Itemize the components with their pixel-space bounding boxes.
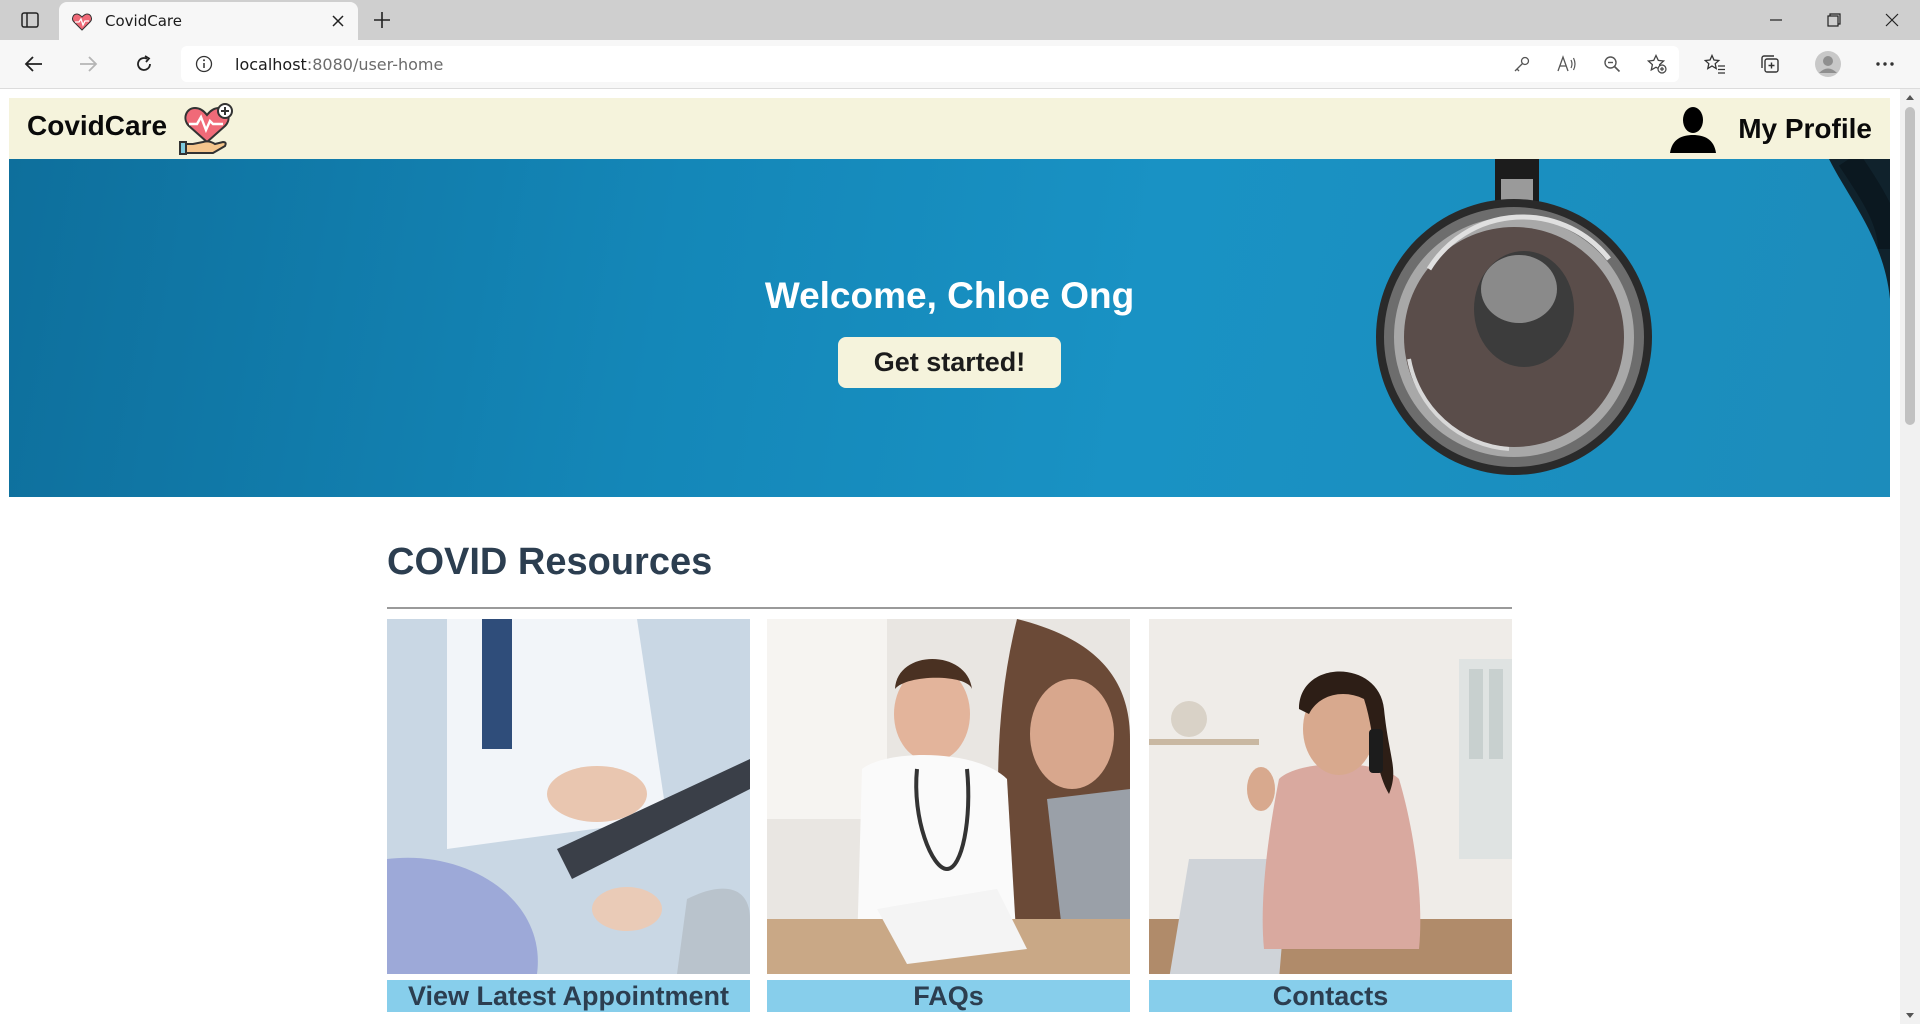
close-window-icon[interactable] <box>1864 0 1920 40</box>
minimize-icon[interactable] <box>1748 0 1804 40</box>
stethoscope-image <box>1376 159 1890 475</box>
more-options-icon[interactable] <box>1869 48 1901 80</box>
password-key-icon[interactable] <box>1511 53 1533 75</box>
read-aloud-icon[interactable] <box>1556 53 1578 75</box>
section-divider <box>387 607 1512 609</box>
brand-name[interactable]: CovidCare <box>27 110 167 142</box>
forward-icon[interactable] <box>72 48 104 80</box>
welcome-heading: Welcome, Chloe Ong <box>764 275 1135 316</box>
tab-actions-icon[interactable] <box>18 8 42 32</box>
collections-icon[interactable] <box>1754 48 1786 80</box>
resource-card-contacts[interactable]: Contacts <box>1149 619 1512 1020</box>
back-icon[interactable] <box>18 48 50 80</box>
my-profile-link[interactable]: My Profile <box>1670 98 1872 159</box>
card-label: FAQs <box>767 980 1130 1012</box>
page-scrollbar[interactable] <box>1900 89 1920 1024</box>
page-viewport: CovidCare My Profile Welcome, Chloe Ong … <box>0 89 1899 1024</box>
scrollbar-thumb[interactable] <box>1905 107 1915 425</box>
get-started-button[interactable]: Get started! <box>838 337 1061 388</box>
covidcare-favicon-icon <box>72 13 92 31</box>
heart-in-hand-logo-icon <box>179 103 233 155</box>
browser-tab-active[interactable]: CovidCare <box>59 2 358 40</box>
scroll-up-icon[interactable] <box>1905 93 1915 101</box>
doctor-clipboard-image <box>387 619 750 974</box>
tab-title: CovidCare <box>105 12 182 30</box>
section-title: COVID Resources <box>387 541 713 583</box>
favorites-icon[interactable] <box>1699 48 1731 80</box>
site-info-icon[interactable] <box>195 55 213 73</box>
browser-toolbar: localhost:8080/user-home <box>0 40 1920 89</box>
zoom-out-icon[interactable] <box>1601 53 1623 75</box>
refresh-icon[interactable] <box>128 48 160 80</box>
hero-banner: Welcome, Chloe Ong Get started! <box>9 159 1890 497</box>
site-header: CovidCare My Profile <box>9 98 1890 159</box>
resource-card-faqs[interactable]: FAQs <box>767 619 1130 1020</box>
scroll-down-icon[interactable] <box>1905 1012 1915 1020</box>
card-label: View Latest Appointment <box>387 980 750 1012</box>
restore-icon[interactable] <box>1806 0 1862 40</box>
doctor-patient-image <box>767 619 1130 974</box>
url-text[interactable]: localhost:8080/user-home <box>235 55 443 74</box>
card-label: Contacts <box>1149 980 1512 1012</box>
woman-on-phone-image <box>1149 619 1512 974</box>
profile-avatar-icon[interactable] <box>1812 48 1844 80</box>
add-favorite-icon[interactable] <box>1646 53 1668 75</box>
my-profile-label: My Profile <box>1738 112 1872 144</box>
user-silhouette-icon <box>1670 106 1717 153</box>
resource-card-appointment[interactable]: View Latest Appointment <box>387 619 750 1020</box>
close-tab-icon[interactable] <box>328 11 348 31</box>
browser-tab-strip: CovidCare <box>0 0 1920 40</box>
new-tab-icon[interactable] <box>368 6 396 34</box>
address-bar[interactable]: localhost:8080/user-home <box>181 46 1679 82</box>
